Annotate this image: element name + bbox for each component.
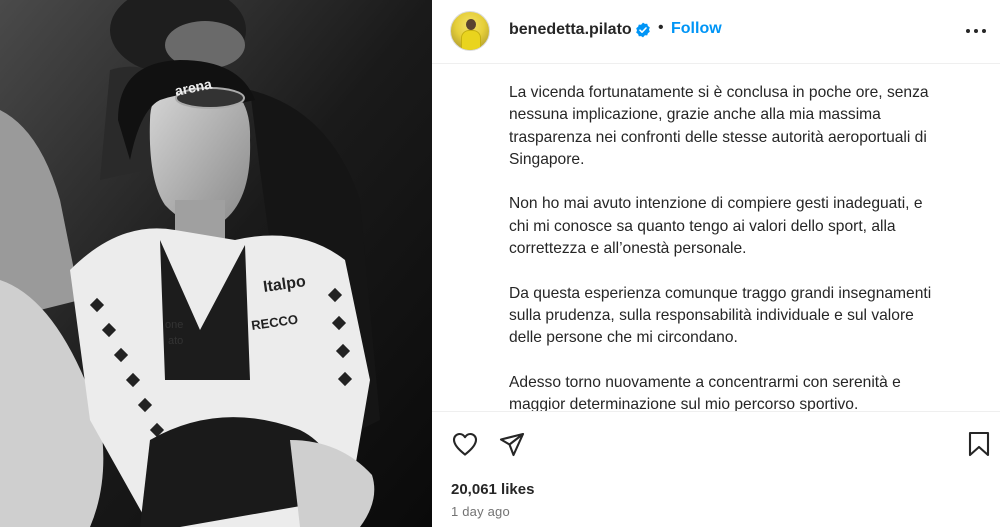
caption-line: Non ho mai avuto intenzione di compiere … [509,195,923,213]
post-timestamp[interactable]: 1 day ago [451,504,510,519]
more-options-icon[interactable] [965,21,987,41]
caption-line: delle persone che mi circondano. [509,329,738,347]
separator-dot: • [658,19,664,36]
post-actions: 20,061 likes 1 day ago [432,411,1000,527]
follow-button[interactable]: Follow [671,20,722,38]
caption-line: sulla prudenza, sulla responsabilità ind… [509,306,914,324]
heart-icon[interactable] [451,430,479,458]
post-caption: La vicenda fortunatamente si è conclusa … [509,82,969,439]
caption-line: nessuna implicazione, grazie anche alla … [509,106,881,124]
share-icon[interactable] [498,430,526,458]
caption-paragraph-3: Da questa esperienza comunque traggo gra… [509,283,969,350]
caption-line: Adesso torno nuovamente a concentrarmi c… [509,373,901,391]
caption-line: chi mi conosce sa quanto tengo ai valori… [509,217,896,235]
caption-line: correttezza e all’onestà personale. [509,240,747,258]
jacket-text-3: one [165,319,183,331]
post-photo[interactable]: arena Italpo RECCO one ato [0,0,432,527]
post-sidebar: benedetta.pilato • Follow La vicenda for… [432,0,1000,527]
caption-line: La vicenda fortunatamente si è conclusa … [509,84,929,101]
bookmark-icon[interactable] [966,430,992,458]
jacket-text-4: ato [168,335,183,347]
caption-paragraph-4: Adesso torno nuovamente a concentrarmi c… [509,372,969,417]
caption-line: Singapore. [509,150,585,168]
likes-count[interactable]: 20,061 likes [451,481,534,498]
caption-line: trasparenza nei confronti delle stesse a… [509,128,927,146]
post-header: benedetta.pilato • Follow [432,0,1000,64]
caption-line: Da questa esperienza comunque traggo gra… [509,284,932,302]
avatar[interactable] [450,11,490,51]
username-link[interactable]: benedetta.pilato [509,21,632,39]
caption-paragraph-2: Non ho mai avuto intenzione di compiere … [509,193,969,260]
caption-paragraph-1: La vicenda fortunatamente si è conclusa … [509,82,969,171]
swimmer-image: arena Italpo RECCO one ato [0,0,432,527]
verified-badge-icon [636,22,650,38]
